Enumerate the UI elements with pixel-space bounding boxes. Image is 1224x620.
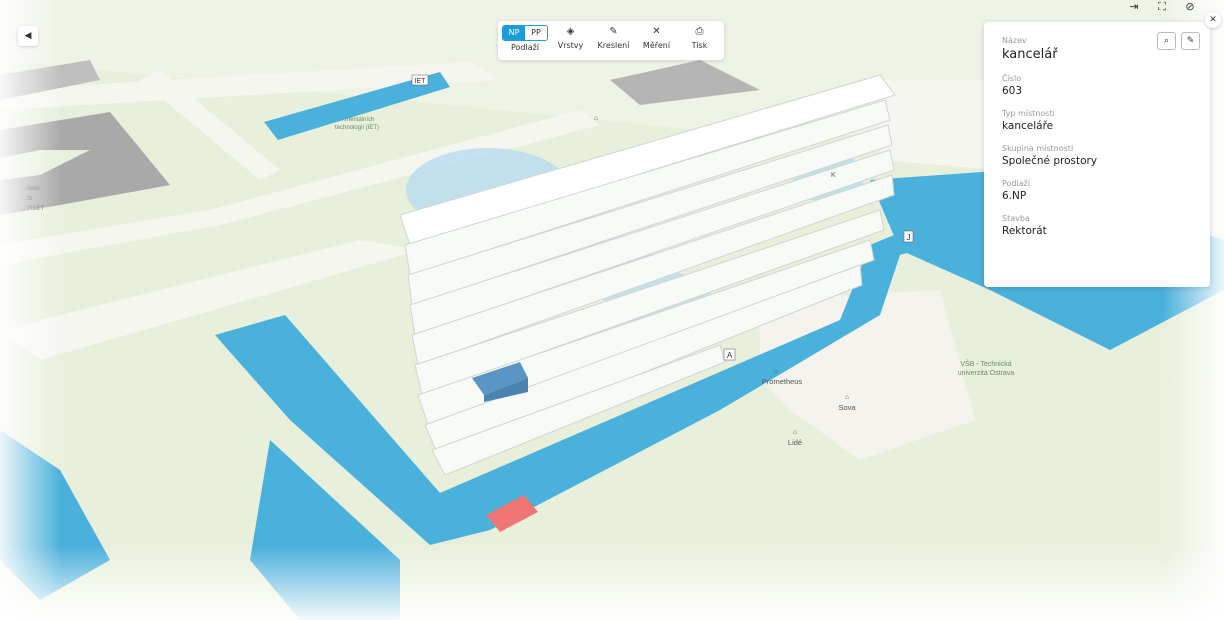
map-label-j: J	[907, 233, 911, 242]
map-label-left-2: ...tb	[22, 196, 33, 202]
field-building: Stavba Rektorát	[1002, 214, 1192, 238]
measure-label: Měření	[642, 41, 671, 50]
map-label-vsb-1: VŠB - Technická	[960, 359, 1011, 368]
map-poi-icon: ⌂	[793, 429, 797, 436]
map-label-iet: IET	[415, 78, 427, 85]
layers-icon: ◈	[566, 26, 575, 37]
field-number: Číslo 603	[1002, 74, 1192, 98]
type-label: Typ místnosti	[1002, 109, 1055, 118]
type-value: kanceláře	[1002, 120, 1054, 132]
room-detail-panel: ⌕ ✎ Název kancelář Číslo 603 Typ místnos…	[984, 22, 1210, 287]
field-floor: Podlaží 6.NP	[1002, 179, 1192, 203]
map-label-top-left: ...	[212, 36, 217, 42]
map-label-k: K	[831, 172, 836, 179]
draw-label: Kreslení	[597, 41, 630, 50]
map-label-prometheus: Prometheus	[762, 377, 803, 386]
building-label: Stavba	[1002, 214, 1030, 223]
ruler-icon: ✕	[652, 26, 661, 37]
pencil-icon: ✎	[609, 26, 618, 37]
print-button[interactable]: ⎙ Tisk	[679, 25, 720, 50]
top-right-controls: ⇥ ⛶ ⊘	[1126, 0, 1198, 14]
draw-button[interactable]: ✎ Kreslení	[593, 25, 634, 50]
field-group: Skupina místnosti Společné prostory	[1002, 144, 1192, 168]
map-poi-icon: ⌂	[594, 115, 598, 122]
number-label: Číslo	[1002, 74, 1022, 83]
building-value: Rektorát	[1002, 225, 1047, 237]
floor-selector: NP PP Podlaží	[502, 25, 548, 52]
map-label-iet-name-1: ...mentálních	[340, 117, 374, 123]
floors-label: Podlaží	[510, 43, 540, 52]
map-label-vsb-2: univerzita Ostrava	[958, 370, 1015, 377]
group-label: Skupina místnosti	[1002, 144, 1074, 153]
map-poi-icon: ⌂	[774, 368, 778, 375]
map-toolbar: NP PP Podlaží ◈ Vrstvy ✎ Kreslení ✕ Měře…	[498, 21, 724, 60]
map-label-left-1: ...čelo-	[22, 186, 40, 192]
edit-icon[interactable]: ✎	[1181, 32, 1200, 50]
floor-toggle: NP PP	[502, 25, 548, 41]
map-label-iet-name-2: technologií (IET)	[335, 125, 379, 131]
map-road	[880, 80, 1000, 170]
chevron-left-icon: ◀	[24, 31, 32, 41]
floor-np-button[interactable]: NP	[503, 26, 525, 40]
print-label: Tisk	[691, 41, 708, 50]
map-label-sova: Sova	[838, 403, 856, 412]
logout-icon[interactable]: ⇥	[1126, 0, 1142, 14]
panel-actions: ⌕ ✎	[1157, 32, 1200, 50]
measure-button[interactable]: ✕ Měření	[636, 25, 677, 50]
floor-label: Podlaží	[1002, 179, 1031, 188]
number-value: 603	[1002, 85, 1023, 97]
floor-pp-button[interactable]: PP	[525, 26, 547, 40]
close-icon[interactable]: ✕	[1205, 12, 1221, 28]
field-type: Typ místnosti kanceláře	[1002, 109, 1192, 133]
eye-off-icon[interactable]: ⊘	[1182, 0, 1198, 14]
search-icon[interactable]: ⌕	[1157, 32, 1176, 50]
layers-label: Vrstvy	[557, 41, 584, 50]
collapse-panel-button[interactable]: ◀	[18, 26, 38, 46]
layers-button[interactable]: ◈ Vrstvy	[550, 25, 591, 50]
map-label-left-3: ...PISET	[22, 206, 45, 212]
group-value: Společné prostory	[1002, 155, 1098, 167]
map-poi-icon: ⌂	[845, 394, 849, 401]
printer-icon: ⎙	[695, 26, 704, 37]
fullscreen-icon[interactable]: ⛶	[1154, 0, 1170, 14]
floor-value: 6.NP	[1002, 190, 1027, 202]
map-label-a: A	[727, 351, 733, 360]
map-label-lide: Lidé	[788, 438, 802, 447]
